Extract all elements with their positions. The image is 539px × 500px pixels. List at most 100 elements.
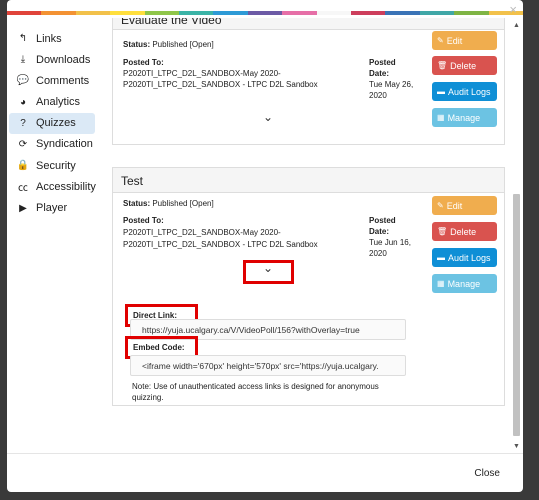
posted-date-label: Posted	[369, 58, 396, 67]
audit-icon: ▬	[437, 87, 445, 96]
posted-to-line: P2020TI_LTPC_D2L_SANDBOX - LTPC D2L Sand…	[123, 240, 318, 249]
rainbow-segment	[454, 11, 489, 15]
sidebar-item-label: Analytics	[36, 96, 81, 109]
rainbow-segment	[488, 11, 523, 15]
posted-to: Posted To: P2020TI_LTPC_D2L_SANDBOX-May …	[123, 215, 318, 251]
quiz-card-body: Status: Published [Open] Posted To: P202…	[113, 30, 504, 127]
quiz-card-title: Test	[113, 168, 504, 193]
posted-date-value: Tue Jun 16,	[369, 238, 411, 247]
calendar-icon: ▦	[437, 279, 445, 288]
audit-logs-button[interactable]: ▬ Audit Logs	[432, 248, 497, 267]
rainbow-segment	[179, 11, 214, 15]
edit-button-label: Edit	[446, 35, 463, 46]
manage-button[interactable]: ▦ Manage	[432, 108, 497, 127]
scrollbar-thumb[interactable]	[513, 194, 520, 436]
rainbow-segment	[351, 11, 386, 15]
status-label: Status:	[123, 199, 151, 208]
play-circle-icon: ▶	[19, 202, 27, 214]
question-circle-icon: ?	[20, 117, 26, 129]
link-icon: ↰	[18, 33, 28, 44]
closed-caption-icon: ㏄	[18, 183, 28, 195]
scroll-down-icon[interactable]: ▼	[512, 443, 521, 450]
posted-date: Posted Date: Tue May 26, 2020	[369, 57, 413, 101]
audit-icon: ▬	[437, 253, 445, 262]
rainbow-bar	[7, 11, 523, 15]
edit-icon: ✎	[437, 36, 444, 45]
sidebar-item-comments[interactable]: 💬 Comments	[7, 70, 102, 91]
close-button[interactable]: Close	[474, 468, 500, 479]
embed-code-label: Embed Code:	[133, 343, 185, 352]
posted-to-label: Posted To:	[123, 216, 164, 225]
sidebar-nav: ↰ Links ⤓ Downloads 💬 Comments ◕ Analytics? Quiz…	[7, 28, 102, 219]
trash-icon: 🗑	[437, 61, 448, 70]
edit-button[interactable]: ✎ Edit	[432, 196, 497, 215]
sidebar-item-label: Accessibility	[36, 180, 96, 193]
posted-date-label: Date:	[369, 227, 390, 236]
rainbow-segment	[385, 11, 420, 15]
quiz-modal: × ↰ Links ⤓ Downloads 💬 Comments ◕ Analytics? Qu…	[7, 0, 523, 492]
status-value: Published [Open]	[150, 199, 214, 208]
status-line: Status: Published [Open]	[123, 199, 214, 208]
posted-date-label: Posted	[369, 216, 396, 225]
embed-code-field[interactable]: <iframe width='670px' height='570px' src…	[130, 355, 406, 376]
note-text: Note: Use of unauthenticated access link…	[132, 382, 379, 402]
download-icon: ⤓	[20, 54, 26, 66]
calendar-icon: ▦	[437, 113, 445, 122]
comments-icon: 💬	[16, 75, 30, 87]
posted-to: Posted To: P2020TI_LTPC_D2L_SANDBOX-May …	[123, 57, 318, 90]
rainbow-segment	[247, 11, 283, 15]
delete-button[interactable]: 🗑 Delete	[432, 222, 497, 241]
manage-button[interactable]: ▦ Manage	[432, 274, 497, 293]
chevron-down-icon[interactable]: ⌄	[263, 261, 273, 275]
close-icon[interactable]: ×	[509, 2, 517, 17]
lock-icon: 🔒	[16, 160, 30, 172]
audit-logs-button[interactable]: ▬ Audit Logs	[432, 82, 497, 101]
sidebar-item-label: Syndication	[36, 138, 93, 151]
posted-to-line: P2020TI_LTPC_D2L_SANDBOX-May 2020-	[123, 69, 281, 78]
sidebar-item-links[interactable]: ↰ Links	[7, 28, 102, 49]
posted-date-value: 2020	[369, 249, 387, 258]
quiz-card-evaluate: Evaluate the Video Status: Published [Op…	[112, 18, 505, 145]
posted-date-label: Date:	[369, 69, 390, 78]
chevron-down-icon[interactable]: ⌄	[263, 110, 273, 124]
sidebar-item-label: Comments	[36, 74, 90, 87]
audit-logs-button-label: Audit Logs	[448, 252, 491, 263]
quiz-card-title: Evaluate the Video	[113, 18, 504, 30]
sidebar-item-player[interactable]: ▶ Player	[7, 198, 102, 219]
rainbow-segment	[41, 11, 76, 15]
sidebar-item-label: Player	[36, 202, 68, 214]
rainbow-segment	[75, 11, 111, 15]
quiz-list: Evaluate the Video Status: Published [Op…	[105, 18, 505, 448]
quiz-card-body: Status: Published [Open] Posted To: P202…	[113, 193, 504, 402]
rainbow-segment	[282, 11, 317, 15]
delete-button[interactable]: 🗑 Delete	[432, 56, 497, 75]
sidebar-item-syndication[interactable]: ⟳ Syndication	[7, 134, 102, 155]
sidebar-item-analytics[interactable]: ◕ Analytics	[7, 92, 102, 113]
manage-button-label: Manage	[447, 112, 481, 123]
status-line: Status: Published [Open]	[123, 40, 214, 49]
status-value: Published [Open]	[150, 40, 214, 49]
manage-button-label: Manage	[447, 278, 481, 289]
sidebar-item-accessibility[interactable]: ㏄ Accessibility	[7, 176, 102, 197]
sidebar-item-security[interactable]: 🔒 Security	[7, 155, 102, 176]
scroll-up-icon[interactable]: ▲	[512, 22, 521, 29]
rainbow-segment	[110, 11, 145, 15]
sync-icon: ⟳	[18, 138, 28, 150]
posted-to-label: Posted To:	[123, 58, 164, 67]
status-label: Status:	[123, 40, 151, 49]
footer-divider	[7, 453, 523, 454]
delete-button-label: Delete	[450, 226, 477, 237]
edit-button[interactable]: ✎ Edit	[432, 31, 497, 50]
audit-logs-button-label: Audit Logs	[448, 86, 491, 97]
sidebar-item-quizzes[interactable]: ? Quizzes	[9, 112, 95, 134]
rainbow-segment	[419, 11, 455, 15]
delete-button-label: Delete	[450, 60, 477, 71]
posted-to-line: P2020TI_LTPC_D2L_SANDBOX - LTPC D2L Sand…	[123, 80, 318, 89]
trash-icon: 🗑	[437, 227, 448, 236]
sidebar-item-downloads[interactable]: ⤓ Downloads	[7, 49, 102, 70]
posted-date: Posted Date: Tue Jun 16, 2020	[369, 215, 411, 259]
sidebar-item-label: Downloads	[36, 53, 91, 66]
posted-date-value: Tue May 26,	[369, 80, 414, 89]
rainbow-segment	[144, 11, 180, 15]
scrollbar[interactable]: ▲ ▼	[512, 22, 521, 450]
